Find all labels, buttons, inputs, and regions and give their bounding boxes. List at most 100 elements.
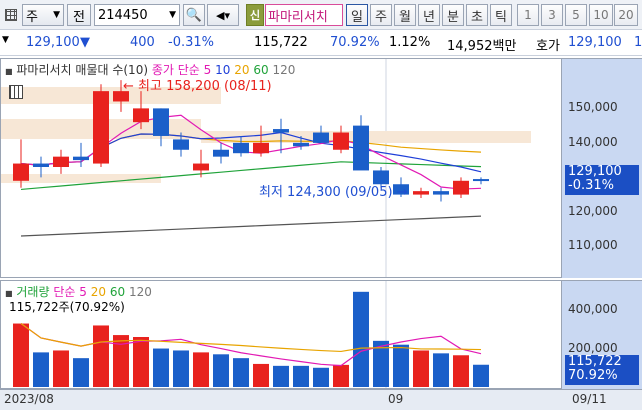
volume-bar — [233, 358, 249, 387]
current-price-tag: 129,100 -0.31% — [565, 165, 639, 195]
ask-tail: 1 — [634, 35, 642, 50]
candle-body — [333, 132, 349, 150]
high-price-label: ← 최고 158,200 (08/11) — [123, 79, 272, 94]
price-change: 400 — [130, 35, 155, 50]
volume-bar — [333, 364, 349, 387]
period-button[interactable]: 일 — [346, 4, 368, 26]
volume-bar — [93, 325, 109, 387]
collapse-icon[interactable]: ■ — [5, 289, 13, 298]
interval-button[interactable]: 3 — [541, 4, 563, 26]
volume-bar — [213, 354, 229, 387]
candle-body — [193, 163, 209, 171]
volume-value: 115,722 — [254, 35, 308, 50]
price-chart-panel[interactable]: ■ 파마리서치 매물대 수(10) 종가 단순 5 10 20 60 120 ←… — [0, 58, 562, 278]
vol-ma20-line — [20, 323, 482, 353]
speaker-icon: ◀▾ — [216, 8, 230, 22]
current-price: 129,100 — [26, 35, 80, 50]
current-price-tag-value: 129,100 — [568, 164, 622, 179]
volume-bar — [193, 352, 209, 387]
low-price-label: 최저 124,300 (09/05) → — [259, 185, 408, 200]
ask-label: 호가 — [536, 39, 560, 54]
period-button[interactable]: 년 — [418, 4, 440, 26]
down-arrow-icon: ▼ — [80, 35, 90, 50]
grid-icon — [5, 9, 17, 21]
volume-bar — [153, 348, 169, 387]
sound-button[interactable]: ◀▾ — [207, 4, 239, 26]
period-button[interactable]: 주 — [370, 4, 392, 26]
search-type-button[interactable]: 전 — [67, 4, 91, 26]
volume-bar — [393, 344, 409, 387]
volume-axis-tick: 200,000 — [568, 340, 618, 355]
period-button[interactable]: 월 — [394, 4, 416, 26]
date-last: 09/11 — [572, 392, 607, 406]
stock-name: 파마리서치 — [265, 4, 343, 26]
current-volume-tag-value: 115,722 — [568, 354, 622, 369]
volume-bar — [313, 367, 329, 387]
ask-price: 129,100 — [568, 35, 622, 50]
candle-body — [153, 108, 169, 136]
price-axis-tick: 150,000 — [568, 100, 618, 115]
volume-bar — [473, 364, 489, 387]
volume-axis: 400,000 200,000 115,722 70.92% — [562, 280, 642, 389]
candle-body — [453, 180, 469, 195]
price-axis-tick: 140,000 — [568, 134, 618, 149]
period-button[interactable]: 초 — [466, 4, 488, 26]
candle-body — [53, 156, 69, 167]
stock-code-input[interactable]: 214450 ▼ — [94, 4, 180, 26]
price-axis-tick: 120,000 — [568, 203, 618, 218]
volume-bar — [173, 350, 189, 387]
interval-button[interactable]: 10 — [589, 4, 613, 26]
candle-body — [413, 191, 429, 195]
volume-bar — [13, 323, 29, 387]
volume-bar — [353, 291, 369, 387]
volume-bar — [273, 365, 289, 387]
volume-bar — [293, 365, 309, 387]
market-select[interactable] — [2, 4, 20, 26]
candle-body — [73, 156, 89, 161]
volume-value-label: 115,722주(70.92%) — [9, 300, 125, 314]
trade-amount: 14,952백만 — [447, 39, 517, 54]
candle-body — [213, 149, 229, 157]
legend-vol-ma5: 5 — [79, 285, 87, 299]
candle-body — [13, 163, 29, 181]
volume-axis-tick: 400,000 — [568, 302, 618, 317]
legend-volume-name: 거래량 — [16, 285, 50, 299]
date-axis: 2023/08 09 09/11 — [0, 389, 642, 410]
toolbar: 주 ▼ 전 214450 ▼ 🔍 ◀▾ 신 파마리서치 일주월년분초틱 1351… — [0, 0, 642, 30]
candle-body — [93, 91, 109, 164]
price-axis-tick: 110,000 — [568, 238, 618, 253]
period-button[interactable]: 틱 — [490, 4, 512, 26]
price-chart — [1, 59, 531, 277]
price-dropdown[interactable]: ▼ — [2, 35, 12, 45]
candle-body — [473, 179, 489, 182]
volume-bar — [53, 350, 69, 387]
candle-body — [293, 142, 309, 147]
search-icon: 🔍 — [185, 7, 203, 23]
turnover-pct: 1.12% — [389, 35, 431, 50]
volume-chart-panel[interactable]: ■ 거래량 단순 5 20 60 120 115,722주(70.92%) — [0, 280, 562, 389]
chevron-down-icon: ▼ — [53, 10, 60, 20]
volume-bar — [33, 352, 49, 387]
stock-code-value: 214450 — [98, 7, 148, 23]
collapse-icon[interactable]: ■ — [5, 67, 13, 76]
period-button[interactable]: 분 — [442, 4, 464, 26]
volume-bar — [453, 355, 469, 387]
current-volume-tag: 115,722 70.92% — [565, 355, 639, 385]
table-icon[interactable] — [9, 85, 23, 99]
market-label: 주 — [26, 9, 38, 25]
candle-body — [133, 108, 149, 123]
interval-button[interactable]: 5 — [565, 4, 587, 26]
current-ratio-tag-value: 70.92% — [568, 368, 618, 383]
interval-button[interactable]: 1 — [517, 4, 539, 26]
candle-body — [33, 163, 49, 167]
candle-body — [233, 142, 249, 154]
candle-body — [273, 129, 289, 133]
search-button[interactable]: 🔍 — [183, 4, 205, 26]
interval-button[interactable]: 20 — [614, 4, 638, 26]
legend-vol-ma-label: 단순 — [53, 285, 76, 299]
market-dropdown[interactable]: 주 ▼ — [22, 4, 64, 26]
credit-badge: 신 — [246, 4, 264, 26]
date-start: 2023/08 — [4, 392, 54, 406]
legend-vol-ma20: 20 — [90, 285, 107, 299]
volume-bar — [253, 363, 269, 387]
